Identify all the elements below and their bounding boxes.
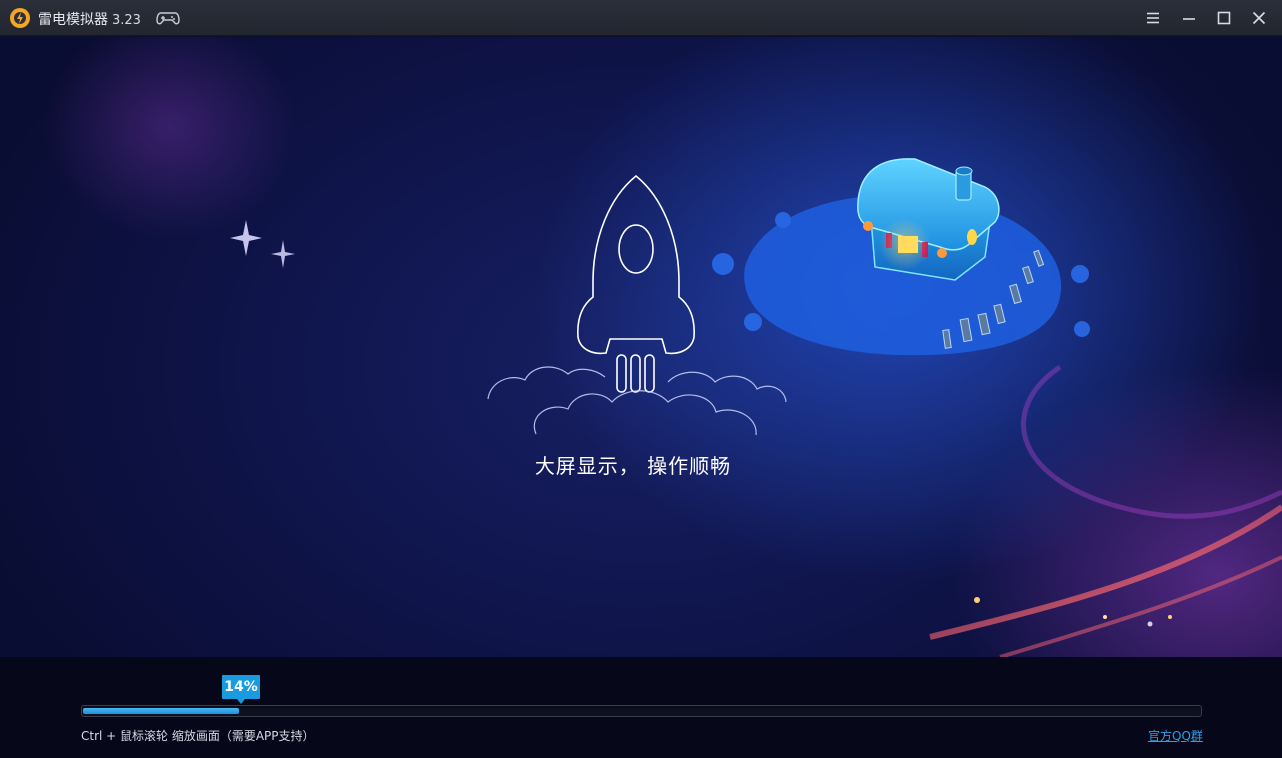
- menu-icon: [1147, 12, 1159, 24]
- progress-percentage-badge: 14%: [222, 675, 260, 704]
- maximize-button[interactable]: [1207, 0, 1241, 36]
- splash-slogan: 大屏显示， 操作顺畅: [534, 454, 732, 478]
- splash-stage: 大屏显示， 操作顺畅: [0, 37, 1282, 657]
- minimize-icon: [1183, 18, 1195, 20]
- comet-trail: [929, 364, 1282, 657]
- zoom-hint-text: Ctrl + 鼠标滚轮 缩放画面（需要APP支持）: [81, 729, 315, 743]
- cloud-outline: [487, 366, 787, 436]
- official-qq-group-link[interactable]: 官方QQ群: [1148, 727, 1203, 744]
- loading-footer: 14% Ctrl + 鼠标滚轮 缩放画面（需要APP支持） 官方QQ群: [0, 657, 1282, 758]
- minimize-button[interactable]: [1172, 0, 1206, 36]
- maximize-icon: [1217, 11, 1231, 25]
- splash-artwork: [230, 158, 1282, 657]
- gamepad-icon[interactable]: [156, 9, 180, 27]
- menu-button[interactable]: [1136, 0, 1170, 36]
- app-version: 3.23: [112, 13, 141, 28]
- progress-bar: [81, 705, 1202, 717]
- rocket-illustration: [577, 174, 695, 393]
- sparkle-left: [230, 220, 295, 268]
- floating-house-illustration: [857, 158, 1000, 281]
- close-button[interactable]: [1242, 0, 1276, 36]
- app-name: 雷电模拟器: [38, 12, 108, 28]
- ldplayer-logo-icon: [10, 8, 30, 28]
- close-icon: [1252, 11, 1266, 25]
- progress-bar-fill: [83, 708, 239, 714]
- title-bar[interactable]: 雷电模拟器 3.23: [0, 0, 1282, 36]
- app-title: 雷电模拟器 3.23: [38, 9, 141, 29]
